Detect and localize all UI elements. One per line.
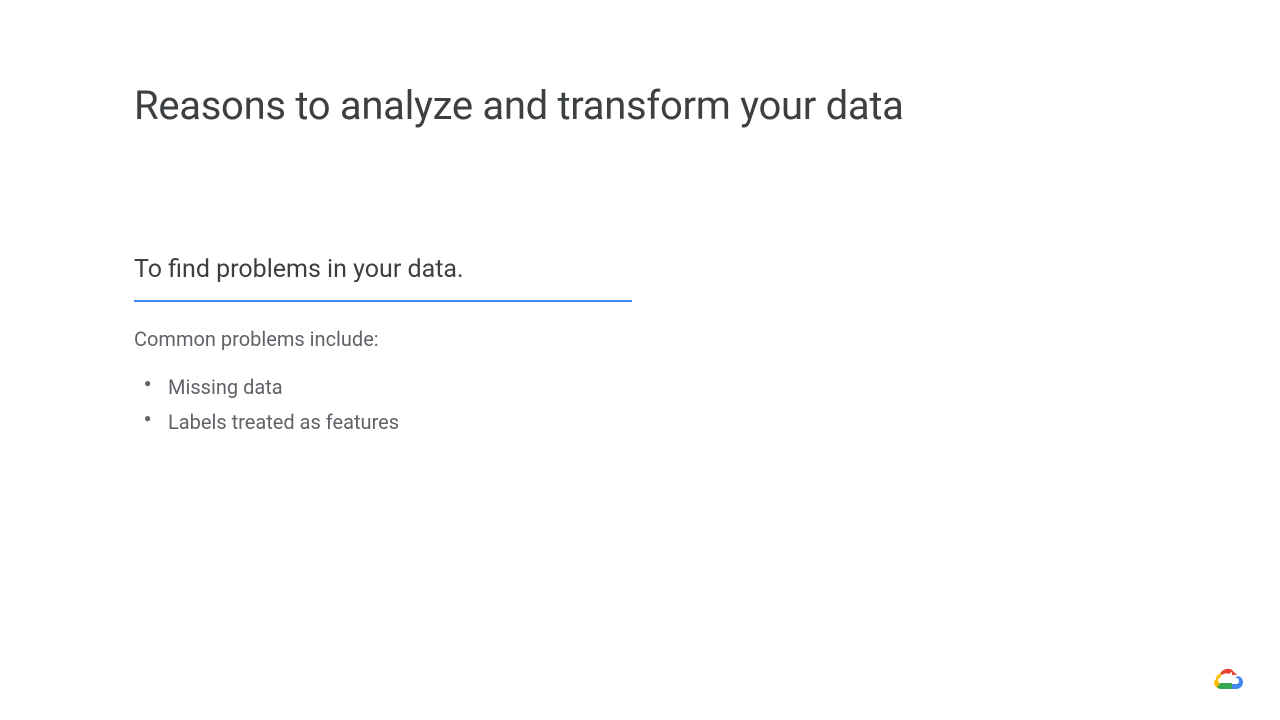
list-item: Missing data [144, 370, 399, 405]
bullet-list: Missing data Labels treated as features [144, 370, 399, 440]
google-cloud-logo-icon [1212, 666, 1244, 692]
subtitle-underline [134, 300, 632, 302]
intro-text: Common problems include: [134, 327, 379, 351]
slide-subtitle: To find problems in your data. [134, 255, 464, 284]
slide-title: Reasons to analyze and transform your da… [134, 82, 904, 129]
list-item: Labels treated as features [144, 405, 399, 440]
